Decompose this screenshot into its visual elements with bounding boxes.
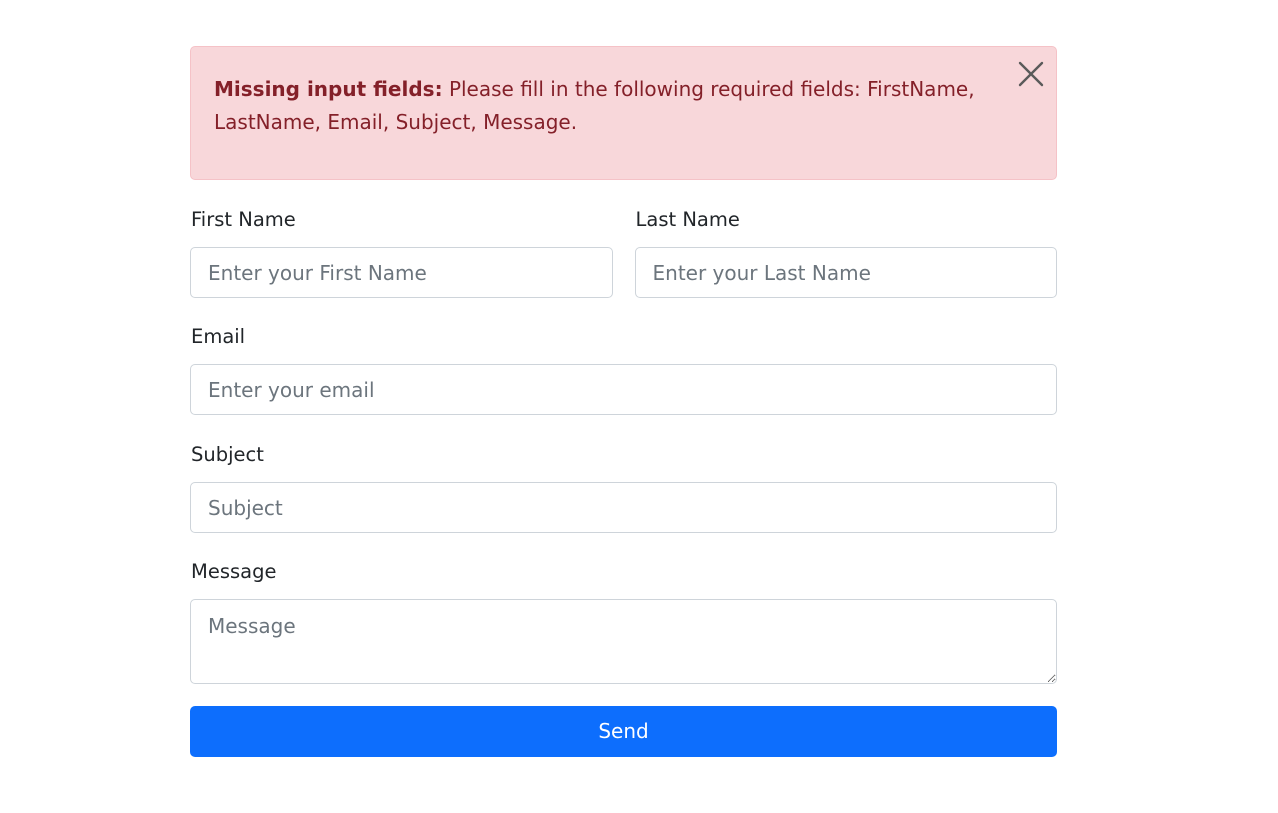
alert-title: Missing input fields: — [214, 77, 443, 101]
message-label: Message — [191, 560, 277, 583]
first-name-label: First Name — [191, 208, 296, 231]
last-name-group: Last Name — [634, 207, 1057, 298]
email-input[interactable] — [190, 364, 1057, 415]
first-name-input[interactable] — [190, 247, 613, 298]
first-name-group: First Name — [190, 207, 613, 298]
contact-form-container: Missing input fields: Please fill in the… — [190, 46, 1057, 757]
message-textarea[interactable] — [190, 599, 1057, 684]
subject-label: Subject — [191, 443, 264, 466]
alert-close-button[interactable] — [1016, 59, 1046, 89]
name-row: First Name Last Name — [190, 207, 1057, 298]
subject-group: Subject — [190, 442, 1057, 533]
error-alert: Missing input fields: Please fill in the… — [190, 46, 1057, 180]
last-name-input[interactable] — [634, 247, 1057, 298]
email-label: Email — [191, 325, 246, 348]
close-icon — [1018, 61, 1044, 87]
message-group: Message — [190, 559, 1057, 684]
last-name-label: Last Name — [635, 208, 740, 231]
subject-input[interactable] — [190, 482, 1057, 533]
send-button[interactable]: Send — [190, 706, 1057, 757]
email-group: Email — [190, 324, 1057, 415]
